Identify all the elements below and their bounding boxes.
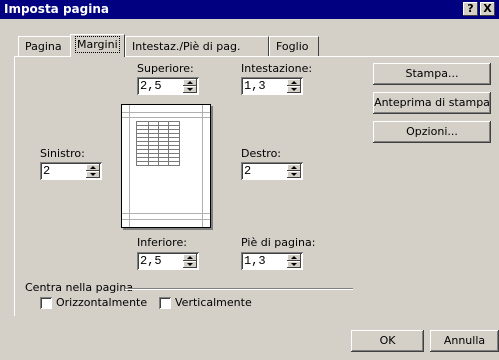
centra-group-title: Centra nella pagina xyxy=(25,281,134,294)
ok-button[interactable]: OK xyxy=(351,330,424,352)
tab-label: Pagina xyxy=(25,40,62,53)
spin-arrows[interactable] xyxy=(86,164,100,178)
inferiore-value[interactable]: 2,5 xyxy=(140,254,162,268)
inferiore-stepper[interactable]: 2,5 xyxy=(137,252,199,270)
spin-arrows[interactable] xyxy=(183,79,197,93)
spin-up-icon[interactable] xyxy=(287,164,301,171)
tab-intestaz[interactable]: Intestaz./Piè di pag. xyxy=(125,36,269,56)
superiore-value[interactable]: 2,5 xyxy=(140,79,162,93)
intestazione-value[interactable]: 1,3 xyxy=(244,79,266,93)
spin-up-icon[interactable] xyxy=(287,254,301,261)
spin-arrows[interactable] xyxy=(287,79,301,93)
spin-down-icon[interactable] xyxy=(287,171,301,178)
title-bar: Imposta pagina ? X xyxy=(0,0,499,19)
inferiore-label: Inferiore: xyxy=(137,236,187,249)
page-setup-dialog: Imposta pagina ? X Pagina Margini Intest… xyxy=(0,0,499,360)
pie-di-pagina-stepper[interactable]: 1,3 xyxy=(241,252,303,270)
help-button[interactable]: ? xyxy=(463,2,478,16)
group-divider xyxy=(125,288,353,290)
sinistro-value[interactable]: 2 xyxy=(43,164,50,178)
destro-label: Destro: xyxy=(241,147,281,160)
tab-label: Intestaz./Piè di pag. xyxy=(132,40,241,53)
intestazione-label: Intestazione: xyxy=(241,62,313,75)
page-preview-graphic xyxy=(122,105,210,227)
spin-down-icon[interactable] xyxy=(86,171,100,178)
orizzontalmente-checkbox[interactable] xyxy=(40,297,52,309)
spin-arrows[interactable] xyxy=(287,254,301,268)
spin-arrows[interactable] xyxy=(183,254,197,268)
spin-up-icon[interactable] xyxy=(86,164,100,171)
pie-di-pagina-label: Piè di pagina: xyxy=(241,236,316,249)
spin-arrows[interactable] xyxy=(287,164,301,178)
tab-label: Margini xyxy=(75,36,120,53)
tab-foglio[interactable]: Foglio xyxy=(269,36,319,56)
tab-pagina[interactable]: Pagina xyxy=(18,36,72,56)
spin-down-icon[interactable] xyxy=(183,261,197,268)
spin-up-icon[interactable] xyxy=(183,79,197,86)
pie-di-pagina-value[interactable]: 1,3 xyxy=(244,254,266,268)
sinistro-stepper[interactable]: 2 xyxy=(40,162,102,180)
tab-margini[interactable]: Margini xyxy=(70,34,125,57)
sinistro-label: Sinistro: xyxy=(40,147,85,160)
opzioni-button[interactable]: Opzioni... xyxy=(373,121,491,143)
verticalmente-label[interactable]: Verticalmente xyxy=(175,296,252,309)
close-button[interactable]: X xyxy=(480,2,495,16)
stampa-button[interactable]: Stampa... xyxy=(373,63,491,85)
anteprima-di-stampa-button[interactable]: Anteprima di stampa xyxy=(373,92,491,114)
destro-value[interactable]: 2 xyxy=(244,164,251,178)
spin-up-icon[interactable] xyxy=(183,254,197,261)
intestazione-stepper[interactable]: 1,3 xyxy=(241,77,303,95)
superiore-stepper[interactable]: 2,5 xyxy=(137,77,199,95)
tab-label: Foglio xyxy=(276,40,309,53)
orizzontalmente-label[interactable]: Orizzontalmente xyxy=(56,296,147,309)
destro-stepper[interactable]: 2 xyxy=(241,162,303,180)
spin-down-icon[interactable] xyxy=(287,86,301,93)
annulla-button[interactable]: Annulla xyxy=(430,330,499,352)
page-preview xyxy=(121,104,211,228)
spin-down-icon[interactable] xyxy=(183,86,197,93)
spin-down-icon[interactable] xyxy=(287,261,301,268)
window-title: Imposta pagina xyxy=(4,2,109,16)
verticalmente-checkbox[interactable] xyxy=(159,297,171,309)
spin-up-icon[interactable] xyxy=(287,79,301,86)
superiore-label: Superiore: xyxy=(137,62,194,75)
